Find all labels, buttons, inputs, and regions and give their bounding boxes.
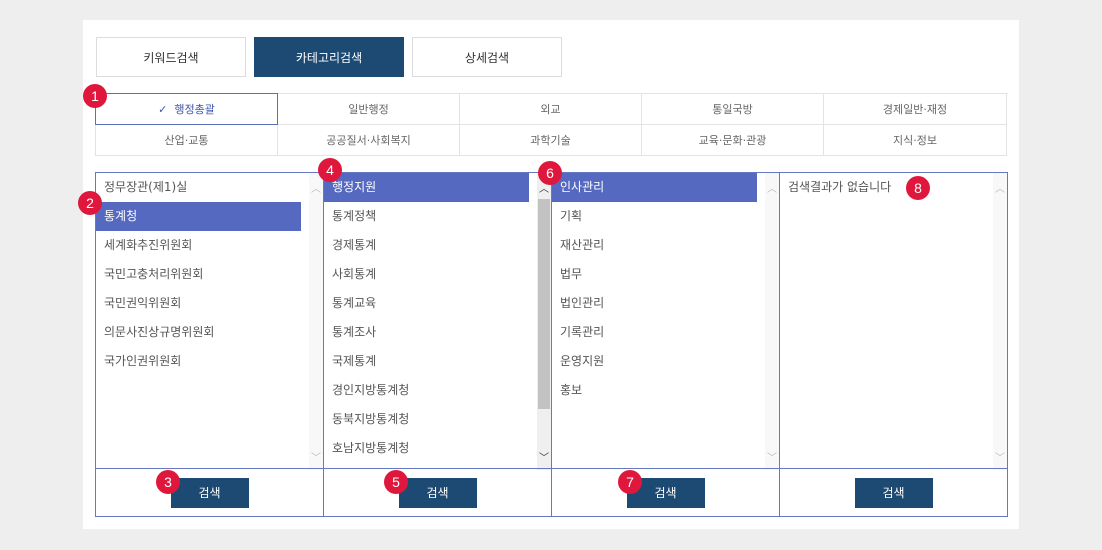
no-results-message: 검색결과가 없습니다 xyxy=(788,180,892,194)
list-item-selected[interactable]: 행정지원 xyxy=(324,173,529,202)
tab-label: 키워드검색 xyxy=(143,50,199,65)
category-label: 과학기술 xyxy=(530,134,571,147)
list-item[interactable]: 의문사진상규명위원회 xyxy=(96,318,301,347)
list-item[interactable]: 기록관리 xyxy=(552,318,757,347)
annotation-badge: 6 xyxy=(538,161,562,185)
list-item[interactable]: 경제통계 xyxy=(324,231,529,260)
scroll-up-icon[interactable]: ︿ xyxy=(765,179,779,195)
annotation-badge: 7 xyxy=(618,470,642,494)
category-label: 경제일반·재정 xyxy=(882,103,948,116)
category-economy-finance[interactable]: 경제일반·재정 xyxy=(824,94,1007,125)
annotation-badge: 8 xyxy=(906,176,930,200)
annotation-badge: 4 xyxy=(318,158,342,182)
tab-label: 상세검색 xyxy=(464,50,510,65)
list-item[interactable]: 동북지방통계청 xyxy=(324,405,529,434)
scrollbar[interactable]: ︿ ﹀ xyxy=(993,173,1007,470)
annotation-badge: 1 xyxy=(83,84,107,108)
column-footer: 검색 xyxy=(780,468,1007,516)
scroll-down-icon[interactable]: ﹀ xyxy=(993,448,1007,464)
list-item[interactable]: 운영지원 xyxy=(552,347,757,376)
search-button[interactable]: 검색 xyxy=(854,477,933,508)
list-item[interactable]: 통계정책 xyxy=(324,202,529,231)
category-label: 행정총괄 xyxy=(174,103,215,116)
list-item[interactable]: 법인관리 xyxy=(552,289,757,318)
scroll-down-icon[interactable]: ﹀ xyxy=(309,448,323,464)
category-unification-defense[interactable]: 통일국방 xyxy=(642,94,824,125)
organization-column: 정무장관(제1)실 통계청 세계화추진위원회 국민고충처리위원회 국민권익위원회… xyxy=(95,172,324,517)
column-footer: 검색 xyxy=(552,468,779,516)
tab-category-search[interactable]: 카테고리검색 xyxy=(254,37,404,77)
category-public-order-welfare[interactable]: 공공질서·사회복지 xyxy=(278,125,460,156)
category-label: 산업·교통 xyxy=(164,134,209,147)
scroll-down-icon[interactable]: ﹀ xyxy=(537,448,551,464)
search-button[interactable]: 검색 xyxy=(398,477,477,508)
category-label: 지식·정보 xyxy=(893,134,937,147)
category-knowledge-information[interactable]: 지식·정보 xyxy=(824,125,1007,156)
category-industry-transport[interactable]: 산업·교통 xyxy=(96,125,278,156)
department-list: 행정지원 통계정책 경제통계 사회통계 통계교육 통계조사 국제통계 경인지방통… xyxy=(324,173,551,470)
list-item[interactable]: 통계교육 xyxy=(324,289,529,318)
list-item-selected[interactable]: 인사관리 xyxy=(552,173,757,202)
function-list: 인사관리 기획 재산관리 법무 법인관리 기록관리 운영지원 홍보 xyxy=(552,173,779,470)
category-label: 일반행정 xyxy=(348,103,389,116)
tab-label: 카테고리검색 xyxy=(295,50,363,65)
category-label: 외교 xyxy=(540,103,561,116)
scrollbar-thumb[interactable] xyxy=(538,199,550,409)
category-grid: ✓ 행정총괄 일반행정 외교 통일국방 경제일반·재정 산업·교통 공공질서·사회… xyxy=(95,93,1008,156)
scrollbar[interactable]: ︿ ﹀ xyxy=(765,173,779,470)
list-item[interactable]: 국민고충처리위원회 xyxy=(96,260,301,289)
category-diplomacy[interactable]: 외교 xyxy=(460,94,642,125)
category-administration-general[interactable]: ✓ 행정총괄 xyxy=(95,93,278,125)
list-item[interactable]: 경인지방통계청 xyxy=(324,376,529,405)
scrollbar[interactable]: ︿ ﹀ xyxy=(537,173,551,470)
list-item[interactable]: 정무장관(제1)실 xyxy=(96,173,301,202)
scroll-up-icon[interactable]: ︿ xyxy=(993,179,1007,195)
list-item[interactable]: 국제통계 xyxy=(324,347,529,376)
list-item[interactable]: 홍보 xyxy=(552,376,757,405)
list-item[interactable]: 호남지방통계청 xyxy=(324,434,529,463)
result-column: 검색결과가 없습니다 ︿ ﹀ 검색 xyxy=(779,172,1008,517)
check-icon: ✓ xyxy=(158,102,168,116)
category-label: 공공질서·사회복지 xyxy=(326,134,411,147)
list-item[interactable]: 기획 xyxy=(552,202,757,231)
category-label: 교육·문화·관광 xyxy=(698,134,767,147)
list-item[interactable]: 세계화추진위원회 xyxy=(96,231,301,260)
column-footer: 검색 xyxy=(96,468,323,516)
list-item[interactable]: 재산관리 xyxy=(552,231,757,260)
list-item[interactable]: 국민권익위원회 xyxy=(96,289,301,318)
scroll-down-icon[interactable]: ﹀ xyxy=(765,448,779,464)
list-item[interactable]: 국가인권위원회 xyxy=(96,347,301,376)
category-science-technology[interactable]: 과학기술 xyxy=(460,125,642,156)
tab-detailed-search[interactable]: 상세검색 xyxy=(412,37,562,77)
tab-keyword-search[interactable]: 키워드검색 xyxy=(96,37,246,77)
result-list: 검색결과가 없습니다 xyxy=(780,173,1007,470)
category-education-culture-tourism[interactable]: 교육·문화·관광 xyxy=(642,125,824,156)
list-item-selected[interactable]: 통계청 xyxy=(96,202,301,231)
list-item[interactable]: 통계조사 xyxy=(324,318,529,347)
search-button[interactable]: 검색 xyxy=(170,477,249,508)
scrollbar[interactable]: ︿ ﹀ xyxy=(309,173,323,470)
list-item[interactable]: 법무 xyxy=(552,260,757,289)
annotation-badge: 2 xyxy=(78,191,102,215)
department-column: 행정지원 통계정책 경제통계 사회통계 통계교육 통계조사 국제통계 경인지방통… xyxy=(323,172,552,517)
category-general-administration[interactable]: 일반행정 xyxy=(278,94,460,125)
list-item[interactable]: 사회통계 xyxy=(324,260,529,289)
annotation-badge: 3 xyxy=(156,470,180,494)
function-column: 인사관리 기획 재산관리 법무 법인관리 기록관리 운영지원 홍보 ︿ ﹀ 검색 xyxy=(551,172,780,517)
category-label: 통일국방 xyxy=(712,103,753,116)
column-footer: 검색 xyxy=(324,468,551,516)
annotation-badge: 5 xyxy=(384,470,408,494)
scroll-up-icon[interactable]: ︿ xyxy=(309,179,323,195)
organization-list: 정무장관(제1)실 통계청 세계화추진위원회 국민고충처리위원회 국민권익위원회… xyxy=(96,173,323,470)
